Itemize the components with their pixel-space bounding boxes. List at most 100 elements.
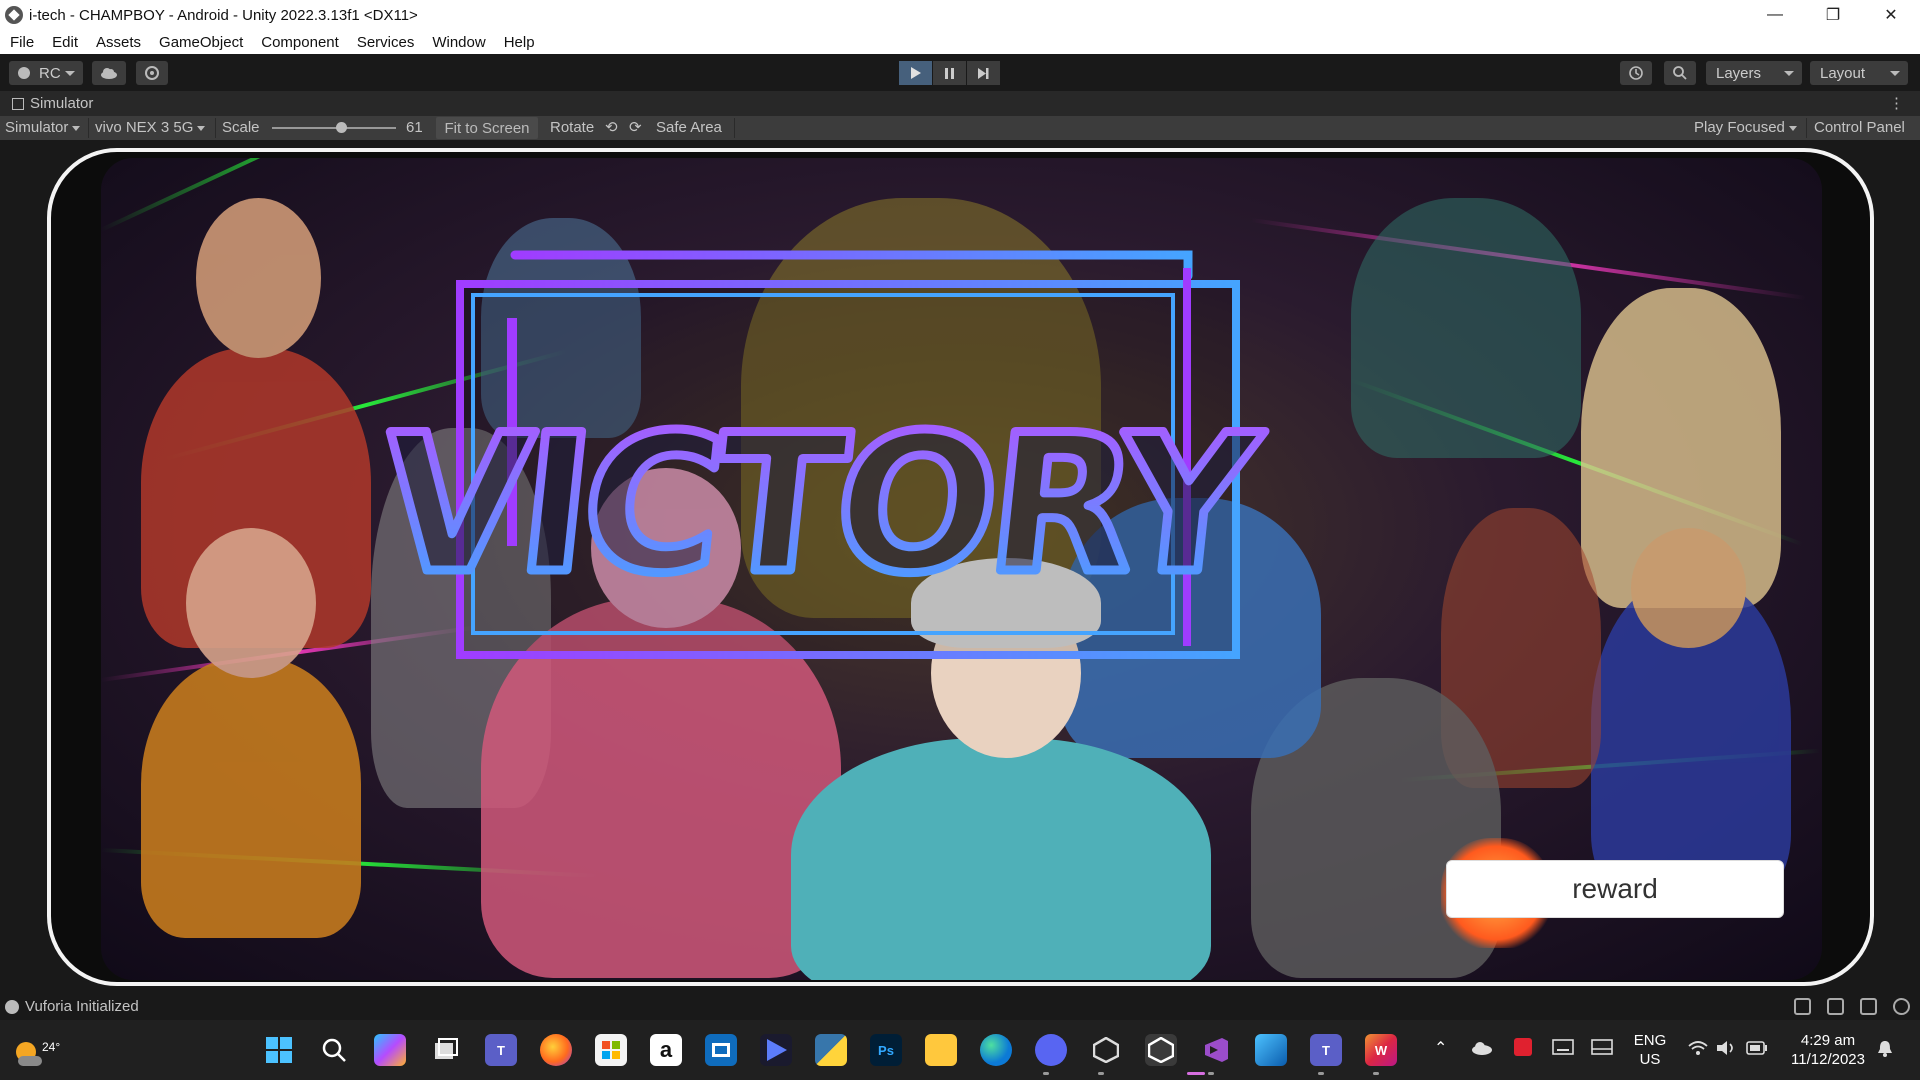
menu-gameobject[interactable]: GameObject	[159, 34, 243, 51]
control-panel-button[interactable]: Control Panel	[1814, 119, 1905, 136]
device-frame: VICTORY reward	[47, 148, 1874, 986]
more-options-icon[interactable]: ⋮	[1889, 94, 1904, 112]
status-message[interactable]: Vuforia Initialized	[25, 998, 139, 1015]
wifi-icon[interactable]	[1688, 1040, 1708, 1056]
step-button[interactable]	[967, 61, 1000, 85]
simulator-tab[interactable]: Simulator ⋮	[0, 91, 1920, 116]
onedrive-icon[interactable]	[1471, 1041, 1493, 1055]
safe-area-toggle[interactable]: Safe Area	[656, 119, 722, 136]
rotate-label: Rotate	[550, 119, 595, 136]
clock[interactable]: 4:29 am 11/12/2023	[1782, 1031, 1874, 1069]
menu-component[interactable]: Component	[261, 34, 339, 51]
collab-button[interactable]	[136, 61, 168, 85]
check-circle-icon[interactable]	[1893, 998, 1910, 1015]
debug-icon[interactable]	[1794, 998, 1811, 1015]
layers-label: Layers	[1716, 64, 1762, 82]
windows-taskbar: 24° T a Ps T W ⌃ ENG US 4:29 am 11/12/20…	[0, 1020, 1920, 1080]
menu-edit[interactable]: Edit	[52, 34, 78, 51]
pause-button[interactable]	[933, 61, 966, 85]
weather-temperature: 24°	[42, 1040, 61, 1054]
teams-icon[interactable]: T	[485, 1034, 517, 1066]
cloud-icon	[101, 68, 117, 79]
keyboard-icon[interactable]	[1552, 1039, 1574, 1055]
discord-icon[interactable]	[1035, 1034, 1067, 1066]
copilot-icon[interactable]	[374, 1034, 406, 1066]
teams-work-icon[interactable]: T	[1310, 1034, 1342, 1066]
bug-off-icon[interactable]	[1860, 998, 1877, 1015]
language-indicator[interactable]: ENG US	[1630, 1031, 1670, 1069]
search-taskbar-icon[interactable]	[318, 1034, 350, 1066]
reward-label: reward	[1572, 873, 1658, 904]
unity-editor-icon[interactable]	[1145, 1034, 1177, 1066]
menu-help[interactable]: Help	[504, 34, 535, 51]
tablet-icon[interactable]	[1591, 1039, 1613, 1055]
adobe-tray-icon[interactable]	[1514, 1038, 1532, 1056]
edge-icon[interactable]	[980, 1034, 1012, 1066]
close-button[interactable]: ✕	[1862, 0, 1920, 30]
unity-hub-icon[interactable]	[1090, 1034, 1122, 1066]
history-button[interactable]	[1620, 61, 1652, 85]
layers-status-icon[interactable]	[1827, 998, 1844, 1015]
maximize-button[interactable]: ❐	[1804, 0, 1862, 30]
account-label: RC	[39, 64, 61, 82]
pause-icon	[944, 67, 954, 79]
play-focused-dropdown[interactable]: Play Focused	[1694, 119, 1797, 136]
device-dropdown[interactable]: vivo NEX 3 5G	[95, 119, 205, 136]
task-view-icon[interactable]	[430, 1034, 462, 1066]
weather-widget[interactable]: 24°	[12, 1030, 60, 1070]
file-explorer-icon[interactable]	[925, 1034, 957, 1066]
microsoft-store-icon[interactable]	[595, 1034, 627, 1066]
play-focused-label: Play Focused	[1694, 119, 1785, 136]
window-title: i-tech - CHAMPBOY - Android - Unity 2022…	[29, 6, 418, 24]
menu-services[interactable]: Services	[357, 34, 415, 51]
menu-window[interactable]: Window	[432, 34, 485, 51]
info-icon	[5, 999, 19, 1014]
photoshop-icon[interactable]: Ps	[870, 1034, 902, 1066]
rotate-right-icon[interactable]: ⟳	[629, 118, 642, 136]
windows-start-icon[interactable]	[263, 1034, 295, 1066]
unity-app-icon	[5, 6, 23, 24]
amazon-icon[interactable]: a	[650, 1034, 682, 1066]
account-icon	[18, 67, 30, 79]
battery-icon[interactable]	[1746, 1041, 1768, 1055]
menu-file[interactable]: File	[10, 34, 34, 51]
language-code: ENG	[1633, 1032, 1667, 1049]
scale-value: 61	[406, 119, 423, 136]
scale-slider-handle[interactable]	[336, 122, 347, 133]
python-icon[interactable]	[815, 1034, 847, 1066]
scale-slider-track[interactable]	[272, 127, 396, 129]
menu-assets[interactable]: Assets	[96, 34, 141, 51]
game-screen[interactable]: VICTORY reward	[101, 158, 1822, 980]
divider	[88, 118, 89, 138]
layers-dropdown[interactable]: Layers	[1706, 61, 1802, 85]
paint-icon[interactable]	[1255, 1034, 1287, 1066]
volume-icon[interactable]	[1716, 1040, 1736, 1056]
running-app-indicator	[1373, 1072, 1379, 1075]
scale-label: Scale	[222, 119, 260, 136]
prime-video-icon[interactable]	[760, 1034, 792, 1066]
layout-dropdown[interactable]: Layout	[1810, 61, 1908, 85]
notification-bell-icon[interactable]	[1876, 1040, 1894, 1058]
search-button[interactable]	[1664, 61, 1696, 85]
running-app-indicator	[1098, 1072, 1104, 1075]
firefox-icon[interactable]	[540, 1034, 572, 1066]
photos-icon[interactable]	[705, 1034, 737, 1066]
instagram-icon[interactable]: W	[1365, 1034, 1397, 1066]
gear-icon	[145, 66, 159, 80]
device-label: vivo NEX 3 5G	[95, 119, 194, 136]
visual-studio-icon[interactable]	[1200, 1034, 1232, 1066]
cloud-button[interactable]	[92, 61, 126, 85]
chevron-up-icon[interactable]: ⌃	[1434, 1038, 1447, 1058]
account-dropdown[interactable]: RC	[9, 61, 83, 85]
play-icon	[910, 67, 921, 79]
window-title-bar: i-tech - CHAMPBOY - Android - Unity 2022…	[0, 0, 1920, 30]
reward-button[interactable]: reward	[1446, 860, 1784, 918]
simulator-mode-dropdown[interactable]: Simulator	[5, 119, 80, 136]
language-region: US	[1639, 1051, 1661, 1068]
rotate-left-icon[interactable]: ⟲	[605, 118, 618, 136]
simulator-tab-label: Simulator	[30, 95, 94, 112]
play-button[interactable]	[899, 61, 932, 85]
minimize-button[interactable]: —	[1746, 0, 1804, 30]
fit-to-screen-button[interactable]: Fit to Screen	[436, 117, 538, 139]
layout-label: Layout	[1820, 64, 1866, 82]
